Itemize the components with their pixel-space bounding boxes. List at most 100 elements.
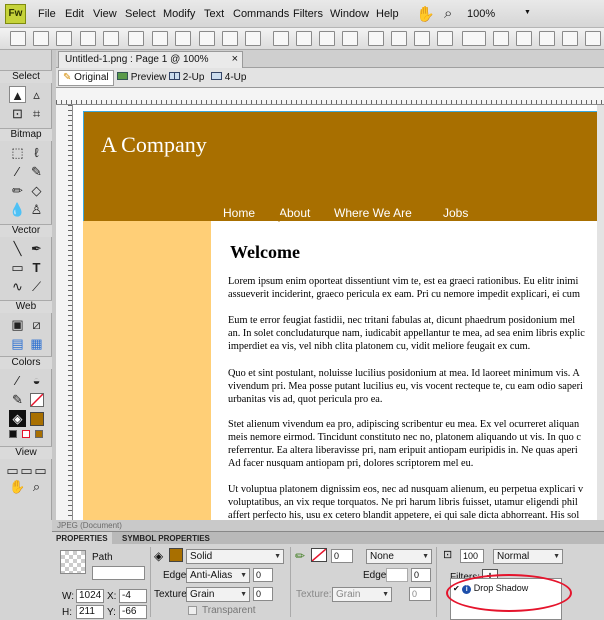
- horizontal-ruler[interactable]: [56, 88, 604, 105]
- tab-4-up[interactable]: 4-Up: [206, 70, 251, 86]
- vertical-scrollbar[interactable]: [597, 105, 604, 520]
- tab-preview[interactable]: Preview: [112, 70, 171, 86]
- menu-text[interactable]: Text: [204, 8, 224, 20]
- stroke-edge-slider[interactable]: [386, 568, 408, 582]
- fill-color-box[interactable]: [169, 548, 183, 562]
- scale-tool-icon[interactable]: ⊡: [9, 105, 26, 122]
- zoom-level[interactable]: 100%: [467, 8, 495, 20]
- zoom-search-icon[interactable]: ⌕: [444, 5, 452, 22]
- transparent-checkbox[interactable]: [188, 606, 197, 615]
- menu-filters[interactable]: Filters: [293, 8, 323, 20]
- fill-edge-select[interactable]: Anti-Alias: [186, 568, 250, 583]
- stroke-color-swatch[interactable]: [30, 393, 44, 407]
- stroke-texture-amount[interactable]: 0: [409, 587, 431, 601]
- pen-tool-icon[interactable]: ✒: [28, 240, 45, 257]
- stroke-color-box[interactable]: [311, 548, 327, 562]
- menu-select[interactable]: Select: [125, 8, 156, 20]
- send-to-back-icon[interactable]: [437, 31, 453, 46]
- eraser-tool-icon[interactable]: ◇: [28, 182, 45, 199]
- paint-bucket-tool-icon[interactable]: ◒: [28, 372, 45, 389]
- eyedropper-tool-icon[interactable]: ⁄: [9, 372, 26, 389]
- fill-color-icon[interactable]: ◈: [9, 410, 26, 427]
- opacity-field[interactable]: 100: [460, 549, 484, 563]
- new-document-icon[interactable]: [10, 31, 26, 46]
- document-canvas[interactable]: A Company Home About Where We Are Jobs W…: [73, 105, 604, 520]
- align-icon[interactable]: [462, 31, 486, 46]
- object-name-field[interactable]: [92, 566, 145, 580]
- swap-colors-icon[interactable]: [35, 430, 43, 438]
- tab-2-up[interactable]: 2-Up: [164, 70, 209, 86]
- line-tool-icon[interactable]: ╲: [9, 240, 26, 257]
- blur-tool-icon[interactable]: 💧: [9, 201, 26, 218]
- bring-to-front-icon[interactable]: [368, 31, 384, 46]
- hide-slices-icon[interactable]: ▤: [9, 335, 26, 352]
- magic-wand-tool-icon[interactable]: ⁄: [9, 163, 26, 180]
- rotate-left-icon[interactable]: [493, 31, 509, 46]
- open-icon[interactable]: [33, 31, 49, 46]
- blend-mode-select[interactable]: Normal: [493, 549, 563, 564]
- group-icon[interactable]: [273, 31, 289, 46]
- slice-tool-icon[interactable]: ⧄: [28, 316, 45, 333]
- height-field[interactable]: 211: [76, 605, 104, 619]
- hotspot-tool-icon[interactable]: ▣: [9, 316, 26, 333]
- stroke-type-select[interactable]: None: [366, 549, 432, 564]
- fill-texture-select[interactable]: Grain: [186, 587, 250, 602]
- import-icon[interactable]: [80, 31, 96, 46]
- stroke-size-field[interactable]: 0: [331, 549, 353, 563]
- rubber-stamp-tool-icon[interactable]: ♙: [28, 201, 45, 218]
- cut-icon[interactable]: [199, 31, 215, 46]
- zoom-tool-icon[interactable]: ⌕: [28, 478, 45, 495]
- rectangle-tool-icon[interactable]: ▭: [9, 259, 26, 276]
- close-tab-icon[interactable]: ×: [232, 52, 238, 67]
- fill-edge-amount[interactable]: 0: [253, 568, 273, 582]
- stroke-texture-select[interactable]: Grain: [332, 587, 392, 602]
- stroke-color-icon[interactable]: ✎: [9, 391, 26, 408]
- stroke-edge-amount[interactable]: 0: [411, 568, 431, 582]
- menu-edit[interactable]: Edit: [65, 8, 84, 20]
- send-backward-icon[interactable]: [414, 31, 430, 46]
- hand-tool-icon[interactable]: ✋: [9, 478, 26, 495]
- join-icon[interactable]: [319, 31, 335, 46]
- redo-icon[interactable]: [175, 31, 191, 46]
- zoom-dropdown-arrow[interactable]: ▼: [524, 9, 531, 16]
- rotate-right-icon[interactable]: [516, 31, 532, 46]
- width-field[interactable]: 1024: [76, 589, 104, 603]
- no-color-icon[interactable]: [22, 430, 30, 438]
- export-icon[interactable]: [103, 31, 119, 46]
- ungroup-icon[interactable]: [296, 31, 312, 46]
- flip-horizontal-icon[interactable]: [539, 31, 555, 46]
- flip-vertical-icon[interactable]: [562, 31, 578, 46]
- split-icon[interactable]: [342, 31, 358, 46]
- x-field[interactable]: -4: [119, 589, 147, 603]
- freeform-tool-icon[interactable]: ∿: [9, 278, 26, 295]
- pencil-tool-icon[interactable]: ✏: [9, 182, 26, 199]
- menu-view[interactable]: View: [93, 8, 117, 20]
- y-field[interactable]: -66: [119, 605, 147, 619]
- undo-icon[interactable]: [152, 31, 168, 46]
- paste-icon[interactable]: [245, 31, 261, 46]
- bring-forward-icon[interactable]: [391, 31, 407, 46]
- full-screen-mode-icon[interactable]: ▭: [32, 462, 49, 479]
- menu-help[interactable]: Help: [376, 8, 399, 20]
- fill-color-swatch[interactable]: [30, 412, 44, 426]
- crop-tool-icon[interactable]: ⌗: [28, 105, 45, 122]
- hand-icon[interactable]: ✋: [416, 5, 435, 23]
- lasso-tool-icon[interactable]: ℓ: [28, 144, 45, 161]
- knife-tool-icon[interactable]: ⟋: [28, 278, 45, 295]
- print-icon[interactable]: [128, 31, 144, 46]
- scan-icon[interactable]: [56, 31, 72, 46]
- header-banner[interactable]: A Company Home About Where We Are Jobs: [83, 111, 604, 221]
- document-tab[interactable]: Untitled-1.png : Page 1 @ 100% (Path)* ×: [58, 51, 243, 80]
- menu-file[interactable]: File: [38, 8, 56, 20]
- brush-tool-icon[interactable]: ✎: [28, 163, 45, 180]
- text-tool-icon[interactable]: T: [28, 259, 45, 276]
- fill-type-select[interactable]: Solid: [186, 549, 284, 564]
- copy-icon[interactable]: [222, 31, 238, 46]
- vertical-ruler[interactable]: [56, 105, 73, 520]
- more-tools-icon[interactable]: [585, 31, 601, 46]
- pointer-tool-icon[interactable]: ▲: [9, 86, 26, 103]
- marquee-tool-icon[interactable]: ⬚: [9, 144, 26, 161]
- subselection-tool-icon[interactable]: ▵: [28, 86, 45, 103]
- default-colors-icon[interactable]: [9, 430, 17, 438]
- show-slices-icon[interactable]: ▦: [28, 335, 45, 352]
